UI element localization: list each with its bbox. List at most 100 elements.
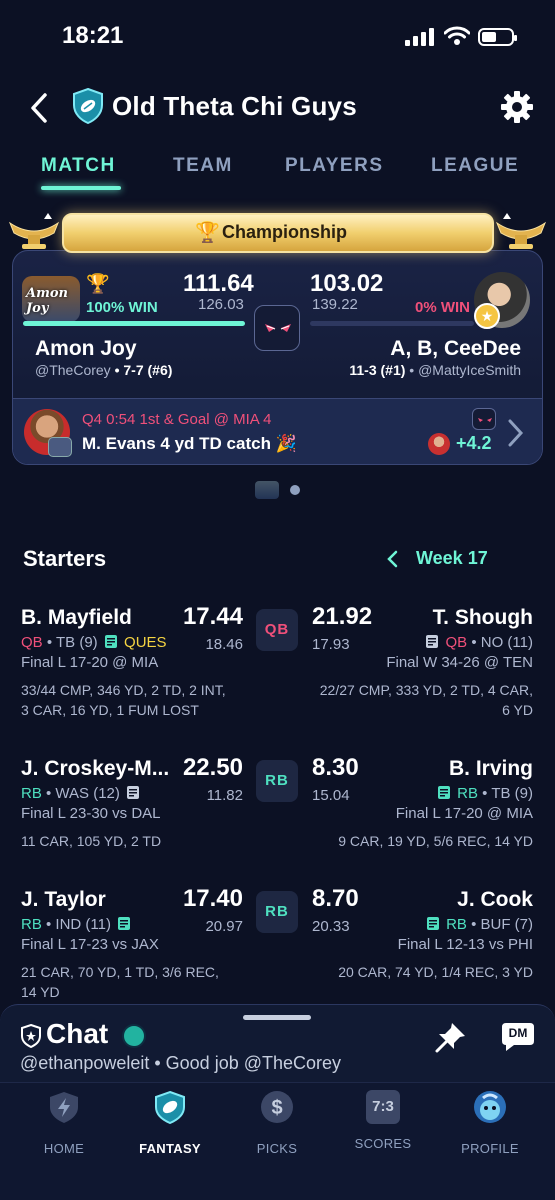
player-projected-left: 18.46 bbox=[205, 636, 243, 653]
chat-last-message[interactable]: @ethanpoweleit • Good job @TheCorey bbox=[20, 1053, 341, 1074]
tab-league[interactable]: LEAGUE bbox=[431, 155, 519, 177]
player-meta-right: RB • BUF (7) bbox=[424, 916, 533, 933]
mini-avatar bbox=[428, 433, 450, 455]
player-points-right: 21.92 bbox=[312, 603, 373, 630]
play-description: M. Evans 4 yd TD catch 🎉 bbox=[82, 434, 297, 453]
player-projected-right: 15.04 bbox=[312, 787, 350, 804]
game-result-left: Final L 17-23 vs JAX bbox=[21, 936, 159, 953]
nav-home[interactable]: HOME bbox=[19, 1090, 109, 1156]
player-meta-left: RB • WAS (12) bbox=[21, 785, 142, 802]
player-name-right[interactable]: T. Shough bbox=[433, 606, 533, 630]
news-note-icon bbox=[437, 786, 450, 799]
player-points-left: 17.40 bbox=[182, 885, 243, 912]
right-win-probability: 0% WIN bbox=[415, 299, 471, 316]
game-result-left: Final L 23-30 vs DAL bbox=[21, 805, 161, 822]
right-team-handle: 11-3 (#1) • @MattyIceSmith bbox=[349, 362, 521, 378]
stat-line-right: 9 CAR, 19 YD, 5/6 REC, 14 YD bbox=[338, 833, 533, 849]
right-score: 103.02 bbox=[310, 270, 384, 297]
direct-message-button[interactable]: DM bbox=[500, 1021, 536, 1053]
dm-label: DM bbox=[508, 1026, 528, 1040]
team-avatar-left[interactable]: Amon Joy bbox=[22, 276, 80, 322]
game-result-right: Final L 12-13 vs PHI bbox=[397, 936, 533, 953]
nav-scores-label: SCORES bbox=[354, 1136, 412, 1151]
play-situation: Q4 0:54 1st & Goal @ MIA 4 bbox=[82, 411, 272, 428]
player-name-left[interactable]: J. Taylor bbox=[21, 888, 106, 912]
chat-title[interactable]: Chat bbox=[46, 1018, 108, 1050]
scoreboard-text: 7:3 bbox=[372, 1098, 394, 1115]
player-points-left: 17.44 bbox=[182, 603, 243, 630]
left-projected: 126.03 bbox=[198, 296, 244, 313]
nav-picks-label: PICKS bbox=[256, 1141, 298, 1156]
game-result-left: Final L 17-20 @ MIA bbox=[21, 654, 159, 671]
player-points-left: 22.50 bbox=[182, 754, 243, 781]
stat-line-left: 33/44 CMP, 346 YD, 2 TD, 2 INT, 3 CAR, 16… bbox=[21, 682, 226, 718]
nav-profile[interactable]: PROFILE bbox=[445, 1090, 535, 1156]
nav-profile-label: PROFILE bbox=[461, 1141, 519, 1156]
week-prev-chevron-icon[interactable] bbox=[386, 548, 400, 570]
left-score: 111.64 bbox=[183, 270, 254, 297]
trophy-icon: 🏆 bbox=[195, 222, 220, 244]
player-points-right: 8.30 bbox=[312, 754, 359, 781]
player-name-left[interactable]: B. Mayfield bbox=[21, 606, 132, 630]
player-projected-right: 20.33 bbox=[312, 918, 350, 935]
star-badge-icon: ★ bbox=[474, 303, 500, 329]
player-meta-left: QB • TB (9) QUES bbox=[21, 634, 167, 651]
section-title: Starters bbox=[23, 546, 107, 571]
chat-avatar-badge-icon bbox=[122, 1024, 146, 1048]
stat-line-left: 11 CAR, 105 YD, 2 TD bbox=[21, 833, 162, 849]
back-button[interactable] bbox=[24, 92, 54, 124]
pin-icon[interactable] bbox=[434, 1020, 468, 1054]
player-name-left[interactable]: J. Croskey-M... bbox=[21, 757, 169, 781]
battery-icon bbox=[478, 28, 517, 46]
player-meta-right: QB • NO (11) bbox=[423, 634, 533, 651]
settings-gear-icon[interactable] bbox=[500, 90, 534, 124]
trophy-lamp-icon bbox=[495, 213, 547, 249]
nav-fantasy[interactable]: FANTASY bbox=[125, 1090, 215, 1156]
pager-matchup-thumb[interactable] bbox=[255, 481, 279, 499]
player-points-right: 8.70 bbox=[312, 885, 359, 912]
league-shield-icon bbox=[73, 88, 103, 124]
left-team-name[interactable]: Amon Joy bbox=[35, 337, 137, 361]
player-name-right[interactable]: J. Cook bbox=[457, 888, 533, 912]
wifi-icon bbox=[444, 26, 470, 45]
home-shield-icon bbox=[50, 1092, 78, 1123]
game-result-right: Final L 17-20 @ MIA bbox=[395, 805, 533, 822]
chevron-left-icon bbox=[31, 93, 47, 123]
right-win-bar bbox=[310, 321, 474, 326]
injury-status: QUES bbox=[124, 634, 167, 651]
stat-line-left: 21 CAR, 70 YD, 1 TD, 3/6 REC, 14 YD bbox=[21, 964, 219, 1000]
news-note-icon bbox=[104, 635, 117, 648]
stat-line-right: 20 CAR, 74 YD, 1/4 REC, 3 YD bbox=[338, 964, 533, 980]
chat-shield-icon bbox=[21, 1024, 41, 1048]
week-selector[interactable]: Week 17 bbox=[416, 548, 488, 569]
position-badge: RB bbox=[256, 891, 298, 933]
player-meta-right: RB • TB (9) bbox=[435, 785, 533, 802]
right-team-name[interactable]: A, B, CeeDee bbox=[390, 337, 521, 361]
dollar-coin-icon: $ bbox=[261, 1091, 293, 1123]
tab-team[interactable]: TEAM bbox=[173, 155, 233, 177]
status-time: 18:21 bbox=[62, 22, 124, 49]
news-note-icon bbox=[127, 786, 140, 799]
drawer-handle[interactable] bbox=[243, 1015, 311, 1020]
news-note-icon bbox=[426, 917, 439, 930]
play-points: +4.2 bbox=[456, 433, 492, 453]
trophy-lamp-icon bbox=[8, 213, 60, 249]
signal-icon bbox=[405, 28, 435, 46]
active-tab-indicator bbox=[41, 186, 121, 190]
nav-scores[interactable]: 7:3 SCORES bbox=[338, 1090, 428, 1151]
pager-dot[interactable] bbox=[290, 485, 300, 495]
chevron-right-icon[interactable] bbox=[506, 418, 526, 448]
nav-home-label: HOME bbox=[43, 1141, 85, 1156]
nav-picks[interactable]: $ PICKS bbox=[232, 1090, 322, 1156]
tab-players[interactable]: PLAYERS bbox=[285, 155, 384, 177]
position-badge: RB bbox=[256, 760, 298, 802]
news-note-icon bbox=[426, 635, 439, 648]
game-result-right: Final W 34-26 @ TEN bbox=[386, 654, 533, 671]
last-play-divider bbox=[12, 398, 543, 465]
tab-match[interactable]: MATCH bbox=[41, 155, 116, 177]
player-name-right[interactable]: B. Irving bbox=[449, 757, 533, 781]
team-avatar-left-text: Amon Joy bbox=[26, 286, 68, 316]
team-badge-icon bbox=[48, 437, 72, 457]
left-team-handle: @TheCorey • 7-7 (#6) bbox=[35, 362, 173, 378]
news-note-icon bbox=[118, 917, 131, 930]
